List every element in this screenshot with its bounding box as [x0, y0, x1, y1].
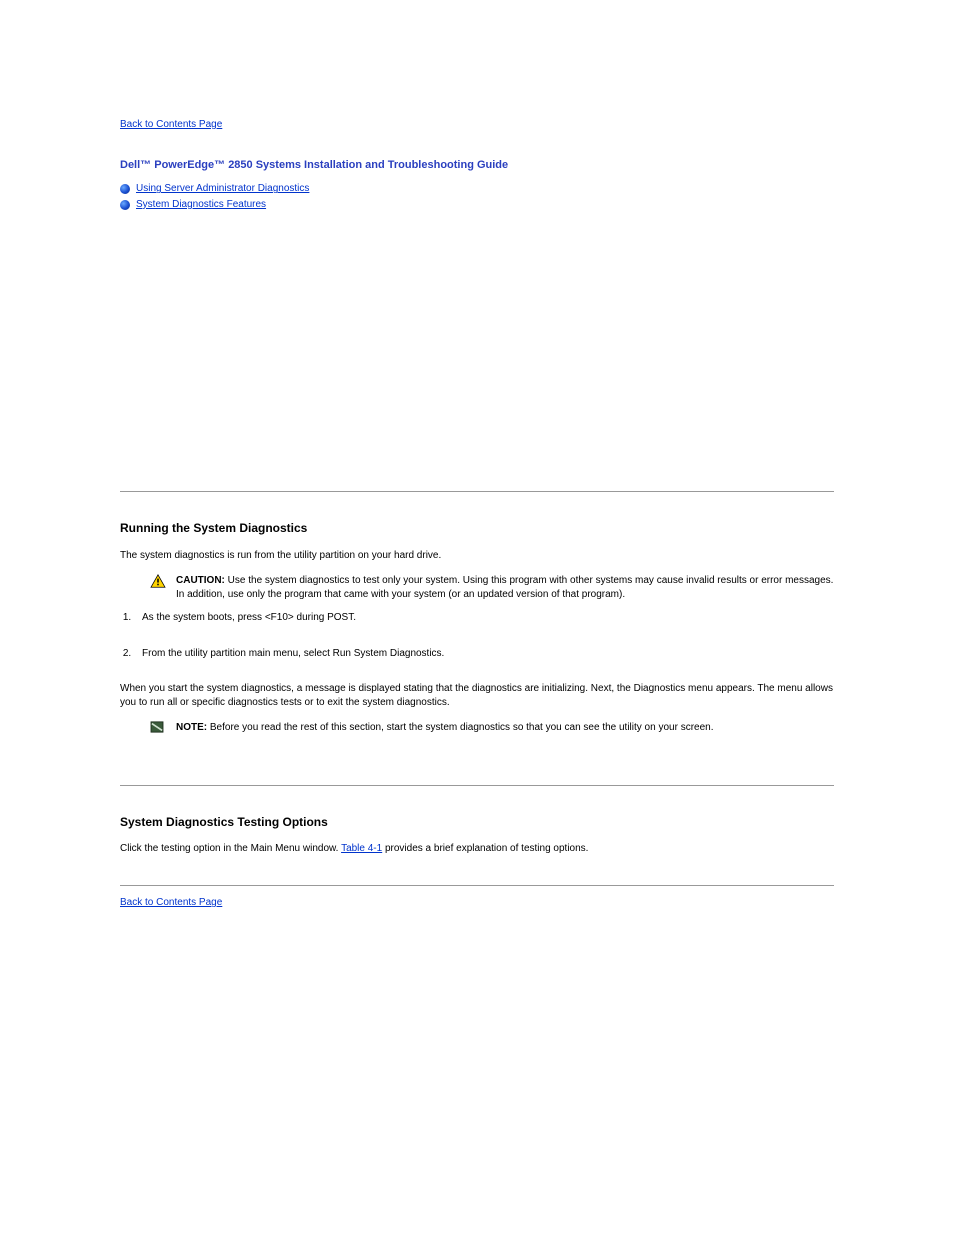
section-heading-testing-options: System Diagnostics Testing Options	[120, 785, 834, 830]
doc-title: Dell™ PowerEdge™ 2850 Systems Installati…	[120, 158, 834, 173]
testing-options-p1: Click the testing option in the Main Men…	[120, 842, 834, 856]
note-icon	[150, 721, 172, 733]
note-callout: NOTE: Before you read the rest of this s…	[150, 721, 834, 735]
caution-callout: CAUTION: Use the system diagnostics to t…	[150, 574, 834, 601]
caution-icon	[150, 574, 172, 588]
bullet-icon	[120, 184, 130, 194]
bullet-icon	[120, 200, 130, 210]
caution-text: Use the system diagnostics to test only …	[176, 575, 833, 600]
testing-options-p1-suffix: provides a brief explanation of testing …	[382, 843, 588, 854]
back-to-contents-bottom[interactable]: Back to Contents Page	[120, 897, 222, 908]
note-label: NOTE:	[176, 722, 210, 733]
toc-link-sys-diag-features[interactable]: System Diagnostics Features	[136, 198, 266, 212]
running-p1: The system diagnostics is run from the u…	[120, 549, 834, 563]
back-to-contents-top[interactable]: Back to Contents Page	[120, 119, 222, 130]
running-steps: As the system boots, press <F10> during …	[134, 611, 834, 660]
toc: Using Server Administrator Diagnostics S…	[120, 182, 834, 211]
toc-link-server-admin[interactable]: Using Server Administrator Diagnostics	[136, 182, 309, 196]
note-text: Before you read the rest of this section…	[210, 722, 714, 733]
table-4-1-link[interactable]: Table 4-1	[341, 843, 382, 854]
section-heading-running: Running the System Diagnostics	[120, 491, 834, 536]
step-1: As the system boots, press <F10> during …	[134, 611, 834, 625]
caution-label: CAUTION:	[176, 575, 228, 586]
running-p2: When you start the system diagnostics, a…	[120, 682, 834, 709]
step-2: From the utility partition main menu, se…	[134, 647, 834, 661]
testing-options-p1-prefix: Click the testing option in the Main Men…	[120, 843, 341, 854]
